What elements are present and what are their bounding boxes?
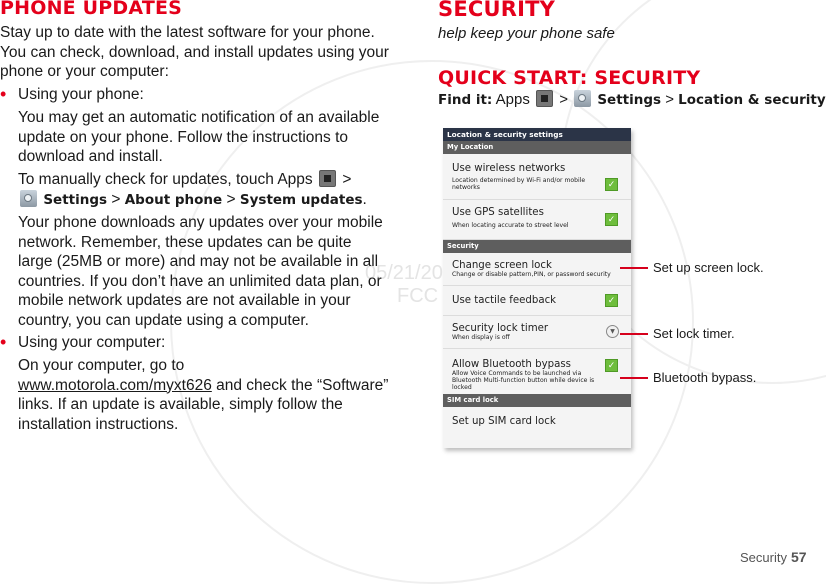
setting-use-wireless-networks[interactable]: Use wireless networks Location determine…: [443, 154, 631, 200]
apps-label: Apps: [495, 91, 530, 108]
bullet-using-phone: • Using your phone:: [0, 85, 144, 104]
setting-title: Change screen lock: [452, 260, 552, 271]
callout-line: [620, 267, 648, 269]
category-sim-card-lock: SIM card lock: [443, 394, 631, 407]
apps-icon: [536, 90, 554, 107]
category-security: Security: [443, 240, 631, 253]
setting-subtitle: Location determined by Wi-Fi and/or mobi…: [452, 177, 586, 191]
page-number: 57: [791, 549, 807, 565]
phone-updates-heading: Phone updates: [0, 0, 183, 19]
watermark-fcc: FCC: [397, 285, 439, 307]
manual-check-paragraph: To manually check for updates, touch App…: [18, 170, 390, 210]
settings-label: Settings: [597, 92, 662, 108]
bullet-label: Using your phone:: [18, 86, 144, 103]
callout-line: [620, 377, 648, 379]
path-separator: >: [342, 171, 352, 188]
settings-label: Settings: [43, 191, 108, 208]
setting-allow-bluetooth-bypass[interactable]: Allow Bluetooth bypass Allow Voice Comma…: [443, 349, 631, 394]
system-updates-label: System updates: [239, 191, 363, 208]
checkbox-checked-icon[interactable]: ✓: [605, 178, 618, 191]
period: .: [362, 190, 367, 208]
setting-title: Set up SIM card lock: [452, 416, 556, 427]
bullet-using-computer: • Using your computer:: [0, 333, 166, 352]
path-separator: >: [559, 91, 568, 108]
bullet-dot: •: [0, 84, 7, 104]
settings-gear-icon: [20, 189, 37, 207]
bullet-dot: •: [0, 332, 7, 352]
setting-use-gps-satellites[interactable]: Use GPS satellites When locating accurat…: [443, 200, 631, 240]
computer-text: On your computer, go to: [18, 357, 185, 374]
motorola-support-link[interactable]: www.motorola.com/myxt626: [18, 377, 212, 394]
security-heading: Security: [438, 0, 556, 21]
callout-lock-timer: Set lock timer.: [653, 326, 735, 341]
callout-screen-lock: Set up screen lock.: [653, 260, 764, 275]
auto-notification-paragraph: You may get an automatic notification of…: [18, 109, 380, 166]
settings-gear-icon: [574, 90, 592, 107]
dropdown-arrow-icon[interactable]: ▼: [606, 325, 619, 338]
find-it-path: Find it: Apps > Settings > Location & se…: [438, 90, 826, 108]
downloads-paragraph: Your phone downloads any updates over yo…: [18, 214, 383, 329]
location-security-label: Location & security: [678, 92, 826, 108]
path-separator: >: [111, 190, 121, 208]
setting-title: Security lock timer: [452, 323, 549, 334]
setting-security-lock-timer[interactable]: Security lock timer When display is off …: [443, 316, 631, 349]
footer-section-label: Security: [740, 550, 787, 565]
setting-set-up-sim-card-lock[interactable]: Set up SIM card lock: [443, 407, 631, 437]
path-separator: >: [226, 190, 236, 208]
manual-check-text: To manually check for updates, touch App…: [18, 171, 313, 188]
apps-icon: [319, 170, 336, 187]
screen-title-bar: Location & security settings: [443, 128, 631, 141]
find-it-label: Find it:: [438, 92, 493, 108]
setting-subtitle: Change or disable pattern,PIN, or passwo…: [452, 271, 611, 278]
checkbox-checked-icon[interactable]: ✓: [605, 359, 618, 372]
setting-subtitle: Allow Voice Commands to be launched via …: [452, 370, 595, 391]
intro-paragraph: Stay up to date with the latest software…: [0, 24, 389, 81]
setting-subtitle: When locating accurate to street level: [452, 222, 569, 229]
about-phone-label: About phone: [124, 191, 223, 208]
callout-bluetooth-bypass: Bluetooth bypass.: [653, 370, 757, 385]
quick-start-heading: Quick start: Security: [438, 67, 701, 89]
bullet-label: Using your computer:: [18, 334, 166, 351]
path-separator: >: [665, 91, 674, 108]
computer-paragraph: On your computer, go to www.motorola.com…: [18, 356, 390, 434]
checkbox-checked-icon[interactable]: ✓: [605, 294, 618, 307]
setting-subtitle: When display is off: [452, 334, 510, 341]
phone-settings-screenshot: Location & security settings My Location…: [443, 128, 631, 448]
setting-title: Use wireless networks: [452, 163, 566, 174]
checkbox-checked-icon[interactable]: ✓: [605, 213, 618, 226]
setting-change-screen-lock[interactable]: Change screen lock Change or disable pat…: [443, 253, 631, 286]
category-my-location: My Location: [443, 141, 631, 154]
callout-line: [620, 333, 648, 335]
security-subtitle: help keep your phone safe: [438, 25, 615, 42]
setting-use-tactile-feedback[interactable]: Use tactile feedback ✓: [443, 286, 631, 316]
